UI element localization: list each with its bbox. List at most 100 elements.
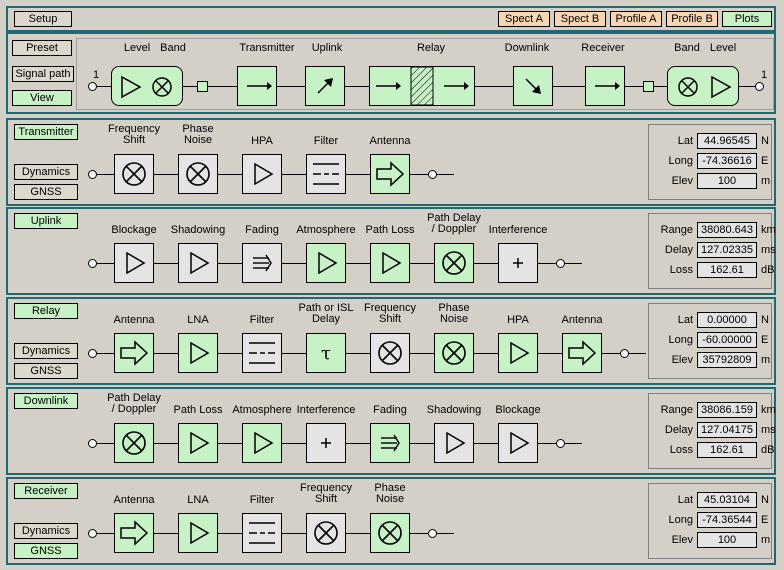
receiver-info-label-2: Elev xyxy=(671,534,693,546)
relay-block[interactable] xyxy=(369,66,475,106)
relay-info-value-2: 35792809 xyxy=(697,352,757,368)
transmitter-info-unit-1: E xyxy=(761,155,769,167)
band-level-right-block[interactable] xyxy=(667,66,739,106)
receiver-antenna-block[interactable] xyxy=(114,513,154,553)
level-label-right: Level xyxy=(709,42,737,54)
transmitter-dynamics-button[interactable]: Dynamics xyxy=(14,164,78,180)
downlink-path-delay-doppler-block[interactable] xyxy=(114,423,154,463)
relay-antenna-block[interactable] xyxy=(562,333,602,373)
transmitter-info-value-1: -74.36616 xyxy=(697,153,757,169)
port-square-right xyxy=(643,81,654,92)
receiver-frequency-shift-block[interactable] xyxy=(306,513,346,553)
transmitter-filter-block[interactable] xyxy=(306,154,346,194)
receiver-filter-block[interactable] xyxy=(242,513,282,553)
arrow-right-icon xyxy=(247,82,272,90)
receiver-title-button[interactable]: Receiver xyxy=(14,483,78,499)
output-port-terminal xyxy=(755,82,764,91)
uplink-info-unit-1: ms xyxy=(761,244,776,256)
receiver-gnss-button[interactable]: GNSS xyxy=(14,543,78,559)
tab-profile-a[interactable]: Profile A xyxy=(610,11,662,27)
downlink-block-label-6: Blockage xyxy=(495,404,541,416)
transmitter-block[interactable] xyxy=(237,66,277,106)
mixer-icon xyxy=(186,162,210,186)
uplink-block[interactable] xyxy=(305,66,345,106)
relay-frequency-shift-block[interactable] xyxy=(370,333,410,373)
uplink-input-terminal xyxy=(88,259,97,268)
arrow-right-icon xyxy=(595,82,620,90)
relay-filter-block[interactable] xyxy=(242,333,282,373)
preset-button[interactable]: Preset xyxy=(12,40,72,56)
downlink-info-unit-1: ms xyxy=(761,424,776,436)
relay-info-label-1: Long xyxy=(668,334,693,346)
mixer-amplifier-icon xyxy=(678,75,732,99)
transmitter-gnss-button[interactable]: GNSS xyxy=(14,184,78,200)
transmitter-info-box: Lat 44.96545 N Long -74.36616 E Elev 100 m xyxy=(648,124,772,200)
relay-path-or-isl-delay-block[interactable]: τ xyxy=(306,333,346,373)
uplink-interference-block[interactable] xyxy=(498,243,538,283)
mixer-icon xyxy=(442,341,466,365)
uplink-shadowing-block[interactable] xyxy=(178,243,218,283)
relay-info-unit-1: E xyxy=(761,334,769,346)
tab-spect-a[interactable]: Spect A xyxy=(498,11,550,27)
relay-info-value-1: -60.00000 xyxy=(697,332,757,348)
uplink-info-value-0: 38080.643 xyxy=(697,222,757,238)
relay-lna-block[interactable] xyxy=(178,333,218,373)
transmitter-info-label-2: Elev xyxy=(671,175,693,187)
tab-profile-b[interactable]: Profile B xyxy=(666,11,718,27)
view-button[interactable]: View xyxy=(12,90,72,106)
downlink-block[interactable] xyxy=(513,66,553,106)
relay-arrows-icon xyxy=(376,66,469,106)
uplink-atmosphere-block[interactable] xyxy=(306,243,346,283)
relay-info-unit-0: N xyxy=(761,314,769,326)
relay-hpa-block[interactable] xyxy=(498,333,538,373)
tab-plots[interactable]: Plots xyxy=(722,11,772,27)
downlink-path-loss-block[interactable] xyxy=(178,423,218,463)
uplink-blockage-block[interactable] xyxy=(114,243,154,283)
transmitter-info-value-2: 100 xyxy=(697,173,757,189)
receiver-block[interactable] xyxy=(585,66,625,106)
uplink-title-button[interactable]: Uplink xyxy=(14,213,78,229)
uplink-path-loss-block[interactable] xyxy=(370,243,410,283)
receiver-dynamics-button[interactable]: Dynamics xyxy=(14,523,78,539)
uplink-panel: Uplink Blockage Shadowing Fading Atmosphe… xyxy=(6,207,776,295)
amplifier-icon xyxy=(510,431,530,455)
uplink-info-unit-2: dB xyxy=(761,264,775,276)
tab-spect-b[interactable]: Spect B xyxy=(554,11,606,27)
relay-gnss-button[interactable]: GNSS xyxy=(14,363,78,379)
receiver-output-terminal xyxy=(428,529,437,538)
relay-dynamics-button[interactable]: Dynamics xyxy=(14,343,78,359)
arrow-down-right-icon xyxy=(525,78,541,94)
transmitter-hpa-block[interactable] xyxy=(242,154,282,194)
downlink-blockage-block[interactable] xyxy=(498,423,538,463)
relay-title-button[interactable]: Relay xyxy=(14,303,78,319)
level-band-left-block[interactable] xyxy=(111,66,183,106)
receiver-block-label-4: Phase Noise xyxy=(374,482,406,505)
signal-path-button[interactable]: Signal path xyxy=(12,66,74,82)
downlink-atmosphere-block[interactable] xyxy=(242,423,282,463)
uplink-path-delay-doppler-block[interactable] xyxy=(434,243,474,283)
mixer-icon xyxy=(122,162,146,186)
transmitter-frequency-shift-block[interactable] xyxy=(114,154,154,194)
mixer-icon xyxy=(122,431,146,455)
uplink-block-label-6: Interference xyxy=(488,224,548,236)
relay-phase-noise-block[interactable] xyxy=(434,333,474,373)
receiver-phase-noise-block[interactable] xyxy=(370,513,410,553)
downlink-info-label-1: Delay xyxy=(664,424,693,436)
downlink-shadowing-block[interactable] xyxy=(434,423,474,463)
transmitter-block-label-4: Antenna xyxy=(369,135,411,147)
downlink-interference-block[interactable] xyxy=(306,423,346,463)
transmitter-antenna-block[interactable] xyxy=(370,154,410,194)
downlink-title-button[interactable]: Downlink xyxy=(14,393,78,409)
downlink-fading-block[interactable] xyxy=(370,423,410,463)
transmitter-title-button[interactable]: Transmitter xyxy=(14,124,78,140)
relay-antenna-block[interactable] xyxy=(114,333,154,373)
setup-button[interactable]: Setup xyxy=(14,11,72,27)
transmitter-phase-noise-block[interactable] xyxy=(178,154,218,194)
downlink-info-label-0: Range xyxy=(660,404,693,416)
uplink-fading-block[interactable] xyxy=(242,243,282,283)
relay-info-box: Lat 0.00000 N Long -60.00000 E Elev 35792809 m xyxy=(648,303,772,379)
receiver-lna-block[interactable] xyxy=(178,513,218,553)
receiver-info-box: Lat 45.03104 N Long -74.36544 E Elev 100 m xyxy=(648,483,772,559)
amplifier-icon xyxy=(254,431,274,455)
receiver-info-label-0: Lat xyxy=(677,494,693,506)
